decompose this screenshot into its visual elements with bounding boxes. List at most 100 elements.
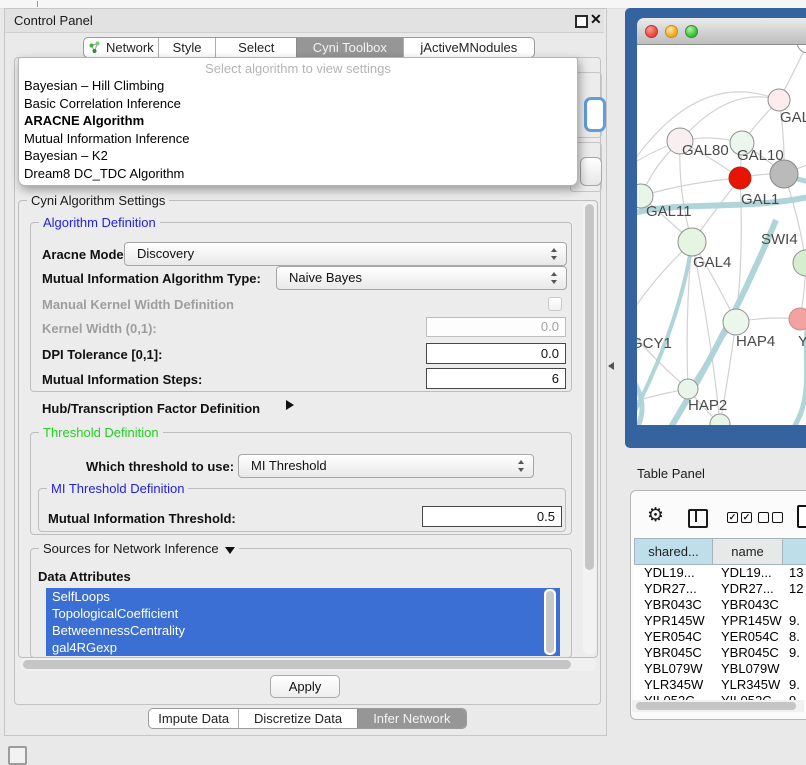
close-panel-icon[interactable]: ✕ [590,11,602,28]
tab-network[interactable]: Network [84,38,158,57]
attribute-item-betweennesscentrality[interactable]: BetweennessCentrality [46,622,560,639]
network-node-gal4[interactable] [678,228,706,256]
column-header-name[interactable]: name [713,538,783,565]
network-node-hap2[interactable] [678,379,698,399]
control-panel-titlebar [5,9,604,33]
dpi-tolerance-field[interactable]: 0.0 [426,343,566,364]
collapse-arrow-icon[interactable] [225,547,235,554]
mi-steps-field[interactable]: 6 [426,368,566,389]
cyni-bottom-tabs: Impute DataDiscretize DataInfer Network [148,708,467,729]
algorithm-option-bayesian-hill-climbing[interactable]: Bayesian – Hill Climbing [19,77,577,95]
expand-arrow-icon[interactable] [286,400,294,410]
network-node-swi4[interactable] [793,250,806,276]
tab-label: Network [106,40,154,55]
tab-label: jActiveMNodules [420,40,517,55]
deselect-all-icon[interactable] [772,512,783,523]
table-row[interactable]: YER054CYER054C8. [634,629,806,645]
node-label: GAL1 [741,191,779,208]
algorithm-option-bayesian-k2[interactable]: Bayesian – K2 [19,147,577,165]
table-cell: 9. [789,677,800,693]
network-node-gal[interactable] [768,89,790,111]
mi-threshold-field[interactable]: 0.5 [422,506,562,527]
sources-title-text: Sources for Network Inference [43,541,219,556]
algorithm-combobox-fragment[interactable] [584,97,606,132]
table-horizontal-scrollbar-thumb[interactable] [636,702,796,710]
network-node-gal1[interactable] [729,167,751,189]
manual-kernel-width-checkbox[interactable] [548,297,562,311]
network-node[interactable] [770,160,798,188]
attribute-item-selfloops[interactable]: SelfLoops [46,588,560,605]
float-panel-icon[interactable] [575,15,588,28]
table-data-combobox-fragment[interactable] [580,157,602,186]
node-label: Y [798,333,806,350]
zoom-window-icon[interactable] [685,25,698,38]
select-all-icon[interactable]: ✓ [741,512,752,523]
toolbar-divider [37,1,38,7]
table-row[interactable]: YIL052CYIL052C9. [634,693,806,700]
table-settings-icon[interactable]: ⚙ [647,504,664,526]
split-pane-collapse-icon[interactable] [608,362,614,370]
tab-infer-network[interactable]: Infer Network [357,709,466,728]
table-cell: 9. [789,693,800,700]
table-row[interactable]: YPR145WYPR145W9. [634,613,806,629]
network-node[interactable] [797,45,806,53]
algorithm-option-dream8-dc-tdc-algorithm[interactable]: Dream8 DC_TDC Algorithm [19,165,577,183]
table-row[interactable]: YBL079WYBL079W [634,661,806,677]
settings-horizontal-scrollbar-thumb[interactable] [23,660,571,669]
table-cell: YLR345W [644,677,703,693]
mi-threshold-label: Mutual Information Threshold: [48,511,236,526]
aracne-mode-select[interactable]: Discovery [124,242,567,266]
network-canvas[interactable]: GALGAL80GAL10GAL1GAL11SWI4GAL4GCY1HAP4YH… [637,45,806,425]
attribute-item-topologicalcoefficient[interactable]: TopologicalCoefficient [46,605,560,622]
table-panel-title: Table Panel [637,466,705,481]
network-edge[interactable] [637,324,688,389]
table-row[interactable]: YBR045CYBR045C9. [634,645,806,661]
new-column-icon[interactable] [797,505,806,528]
node-label: HAP4 [736,333,775,350]
spinner-arrows-icon [518,460,525,472]
column-header-a[interactable]: A [783,538,806,565]
kernel-width-field[interactable]: 0.0 [426,317,566,337]
manual-kernel-width-label: Manual Kernel Width Definition [42,297,234,312]
apply-button[interactable]: Apply [270,675,340,698]
which-threshold-select[interactable]: MI Threshold [238,454,534,478]
close-window-icon[interactable] [645,25,658,38]
network-node-hap4[interactable] [723,309,749,335]
table-cell: 9. [789,613,800,629]
tab-impute-data[interactable]: Impute Data [149,709,238,728]
tab-style[interactable]: Style [158,38,216,57]
split-view-icon[interactable] [688,509,708,528]
deselect-all-icon[interactable] [758,512,769,523]
table-cell: YBR045C [644,645,702,661]
table-row[interactable]: YLR345WYLR345W9. [634,677,806,693]
tab-cyni-toolbox[interactable]: Cyni Toolbox [296,38,403,57]
attribute-item-gal4rgexp[interactable]: gal4RGexp [46,639,560,656]
table-row[interactable]: YDL19...YDL19...13 [634,565,806,581]
network-window-titlebar[interactable] [637,18,806,45]
attributes-scrollbar-thumb[interactable] [546,591,554,653]
dock-panel-icon[interactable] [8,746,27,765]
node-label: SWI4 [761,231,798,248]
data-attributes-list[interactable]: SelfLoopsTopologicalCoefficientBetweenne… [46,588,560,656]
algorithm-option-basic-correlation-inference[interactable]: Basic Correlation Inference [19,95,577,113]
mi-algorithm-type-select[interactable]: Naive Bayes [276,266,567,290]
select-all-icon[interactable]: ✓ [727,512,738,523]
network-node[interactable] [710,414,730,425]
column-header-shared[interactable]: shared... [634,538,713,565]
node-label: HAP2 [688,397,727,414]
table-cell: YDL19... [644,565,695,581]
tab-discretize-data[interactable]: Discretize Data [238,709,356,728]
algorithm-option-mutual-information-inference[interactable]: Mutual Information Inference [19,130,577,148]
threshold-definition-title: Threshold Definition [39,425,163,440]
table-row[interactable]: YBR043CYBR043C [634,597,806,613]
minimize-window-icon[interactable] [665,25,678,38]
network-node-y[interactable] [789,308,806,330]
dpi-tolerance-label: DPI Tolerance [0,1]: [42,347,162,362]
algorithm-option-aracne-algorithm[interactable]: ARACNE Algorithm [19,112,577,130]
network-edge[interactable] [641,178,740,196]
tab-select[interactable]: Select [215,38,296,57]
algorithm-dropdown-popup: Select algorithm to view settings Bayesi… [18,57,578,186]
settings-vertical-scrollbar-thumb[interactable] [585,204,594,570]
table-row[interactable]: YDR27...YDR27...12 [634,581,806,597]
tab-jactivemnodules[interactable]: jActiveMNodules [403,38,534,57]
